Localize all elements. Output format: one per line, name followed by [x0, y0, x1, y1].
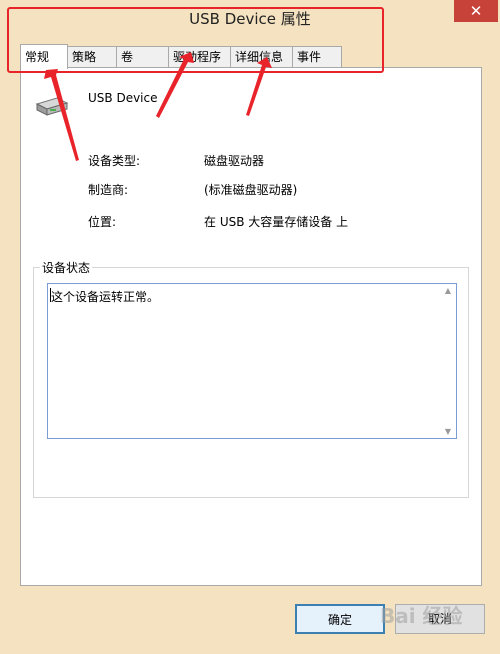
device-status-label: 设备状态	[40, 259, 93, 276]
manufacturer-value: (标准磁盘驱动器)	[204, 183, 298, 197]
device-status-group: 设备状态 这个设备运转正常。 ▲ ▼	[33, 259, 469, 498]
device-type-value: 磁盘驱动器	[204, 154, 265, 168]
close-icon: ✕	[469, 2, 483, 20]
location-label: 位置:	[88, 215, 117, 229]
scroll-up-arrow-icon[interactable]: ▲	[441, 286, 455, 295]
device-type-label: 设备类型:	[88, 154, 141, 168]
tab-policies[interactable]: 策略	[67, 46, 117, 67]
tab-driver[interactable]: 驱动程序	[168, 46, 231, 67]
window-title: USB Device 属性	[189, 10, 311, 28]
device-status-textbox[interactable]: 这个设备运转正常。 ▲ ▼	[47, 283, 457, 439]
tab-general[interactable]: 常规	[20, 44, 68, 69]
title-bar: USB Device 属性 ✕	[0, 0, 500, 38]
tab-details[interactable]: 详细信息	[230, 46, 293, 67]
location-value: 在 USB 大容量存储设备 上	[204, 215, 349, 229]
general-tab-panel: USB Device 设备类型: 磁盘驱动器 制造商: (标准磁盘驱动器) 位置…	[20, 67, 482, 586]
close-button[interactable]: ✕	[454, 0, 498, 22]
tab-events[interactable]: 事件	[292, 46, 342, 67]
ok-button[interactable]: 确定	[295, 604, 385, 634]
device-status-text: 这个设备运转正常。	[51, 290, 160, 304]
scroll-down-arrow-icon[interactable]: ▼	[441, 427, 455, 436]
cancel-button[interactable]: 取消	[395, 604, 485, 634]
usb-drive-icon	[35, 97, 69, 116]
device-name: USB Device	[88, 91, 158, 105]
tab-volumes[interactable]: 卷	[116, 46, 169, 67]
manufacturer-label: 制造商:	[88, 183, 129, 197]
